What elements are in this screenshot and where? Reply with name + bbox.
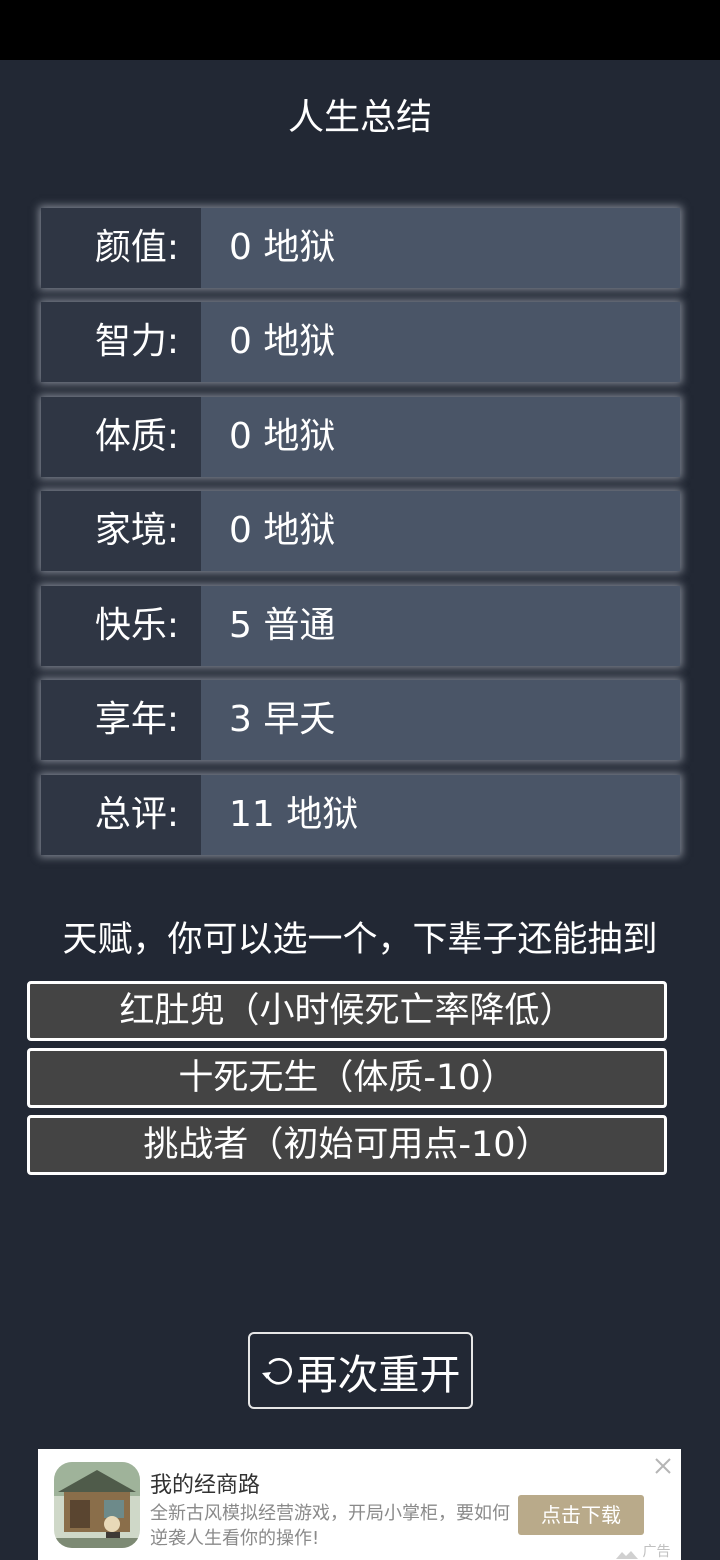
ad-tag-label: 广告	[642, 1544, 671, 1560]
ad-app-icon[interactable]	[54, 1462, 140, 1548]
stat-row-happiness: 快乐: 5 普通	[41, 586, 680, 666]
talent-option-challenger[interactable]: 挑战者（初始可用点-10）	[27, 1115, 667, 1175]
ad-tag-logo-icon	[616, 1547, 638, 1559]
ad-banner[interactable]: 我的经商路 全新古风模拟经营游戏，开局小掌柜，要如何逆袭人生看你的操作! 点击下…	[38, 1449, 681, 1560]
status-bar	[0, 0, 720, 60]
stat-value: 5 普通	[201, 586, 680, 666]
stat-row-lifespan: 享年: 3 早夭	[41, 680, 680, 760]
restart-label: 再次重开	[296, 1350, 461, 1399]
stat-label: 总评:	[41, 775, 201, 855]
page-title: 人生总结	[287, 97, 432, 138]
stat-row-family: 家境: 0 地狱	[41, 491, 680, 571]
stat-value: 3 早夭	[201, 680, 680, 760]
stat-label: 享年:	[41, 680, 201, 760]
ad-tag: 广告	[616, 1543, 670, 1560]
stat-row-appearance: 颜值: 0 地狱	[41, 208, 680, 288]
talent-option-ten-deaths[interactable]: 十死无生（体质-10）	[27, 1048, 667, 1108]
stat-row-constitution: 体质: 0 地狱	[41, 397, 680, 477]
restart-button[interactable]: 再次重开	[248, 1332, 473, 1409]
stat-value: 0 地狱	[201, 491, 680, 571]
refresh-icon	[261, 1354, 295, 1388]
stat-row-intelligence: 智力: 0 地狱	[41, 302, 680, 382]
stat-label: 家境:	[41, 491, 201, 571]
ad-title: 我的经商路	[150, 1473, 261, 1498]
stat-label: 快乐:	[41, 586, 201, 666]
stat-label: 颜值:	[41, 208, 201, 288]
stat-row-total-score: 总评: 11 地狱	[41, 775, 680, 855]
ad-description: 全新古风模拟经营游戏，开局小掌柜，要如何逆袭人生看你的操作!	[150, 1503, 510, 1549]
stat-value: 0 地狱	[201, 302, 680, 382]
ad-download-button[interactable]: 点击下载	[518, 1495, 644, 1535]
talent-option-red-bib[interactable]: 红肚兜（小时候死亡率降低）	[27, 981, 667, 1041]
close-icon[interactable]	[652, 1455, 674, 1477]
stat-label: 智力:	[41, 302, 201, 382]
stat-value: 0 地狱	[201, 208, 680, 288]
stat-label: 体质:	[41, 397, 201, 477]
talent-heading: 天赋，你可以选一个，下辈子还能抽到	[62, 920, 658, 960]
stat-value: 11 地狱	[201, 775, 680, 855]
stat-value: 0 地狱	[201, 397, 680, 477]
